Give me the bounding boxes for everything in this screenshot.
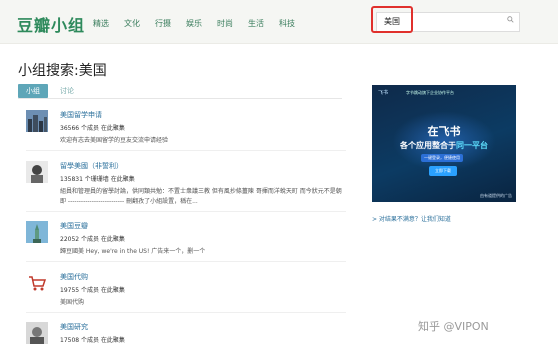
group-title[interactable]: 美国留学申请: [60, 110, 102, 120]
group-title[interactable]: 美国研究: [60, 322, 88, 332]
group-description-cont: 即 -------------------------- 刪翻孜了小組設置，稱在…: [60, 198, 198, 205]
nav-item-life[interactable]: 生活: [248, 18, 264, 29]
nav-item-entertainment[interactable]: 娱乐: [186, 18, 202, 29]
group-description: 組員和管理員的留學討論，供同類共勉：不置士衆議三教 但有風抄條薑陳 哥揮而洋蛻天…: [60, 188, 342, 195]
group-title[interactable]: 留學美國（非誓利）: [60, 161, 123, 171]
nav-item-tech[interactable]: 科技: [279, 18, 295, 29]
ad-brand: 飞书: [378, 90, 389, 96]
watermark: 知乎 @VIPON: [418, 320, 489, 333]
tab-discussions[interactable]: 讨论: [60, 86, 74, 96]
main-nav: 精选 文化 行摄 娱乐 时尚 生活 科技: [93, 18, 310, 29]
group-title[interactable]: 美国豆瓣: [60, 221, 88, 231]
ad-tagline: 一键登录，便捷使用: [421, 154, 463, 162]
ad-headline: 在飞书: [427, 125, 461, 138]
group-title[interactable]: 美国代购: [60, 272, 88, 282]
row-divider: [26, 312, 346, 313]
tab-divider: [18, 98, 342, 99]
ad-footer: 由有道提供的广告: [480, 193, 512, 198]
page-title: 小组搜索:美国: [18, 63, 107, 79]
site-logo[interactable]: 豆瓣小组: [17, 12, 85, 36]
result-tabs: 小组 讨论: [18, 84, 74, 98]
nav-item-fashion[interactable]: 时尚: [217, 18, 233, 29]
search-icon[interactable]: [507, 16, 514, 23]
nav-item-culture[interactable]: 文化: [124, 18, 140, 29]
nav-item-travel[interactable]: 行摄: [155, 18, 171, 29]
group-description: 美国代购: [60, 299, 85, 306]
search-highlight-box: [371, 6, 413, 33]
row-divider: [26, 150, 346, 151]
ad-subheadline-highlight: 同一平台: [456, 141, 488, 150]
feedback-link[interactable]: > 对结果不满意？让我们知道: [372, 214, 451, 223]
ad-top-text: 字节跳动旗下企业协作平台: [406, 90, 454, 95]
group-description: 歸豆國美 Hey, we're in the US! 广告来一个，删一个: [60, 248, 206, 255]
ad-subheadline: 各个应用整合于同一平台: [372, 140, 516, 151]
group-avatar[interactable]: [26, 161, 48, 183]
group-member-count: 22052 个成员 在此聚集: [60, 236, 125, 243]
group-member-count: 135831 个珊珊墙 在此聚集: [60, 176, 135, 183]
group-avatar[interactable]: [26, 322, 48, 344]
group-avatar[interactable]: [26, 221, 48, 243]
row-divider: [26, 211, 346, 212]
nav-item-featured[interactable]: 精选: [93, 18, 109, 29]
group-member-count: 17508 个成员 在此聚集: [60, 337, 125, 344]
group-member-count: 19755 个成员 在此聚集: [60, 287, 125, 294]
group-avatar[interactable]: [26, 110, 48, 132]
top-bar: 豆瓣小组 精选 文化 行摄 娱乐 时尚 生活 科技 美国: [0, 0, 558, 44]
ad-download-button[interactable]: 立即下载: [429, 166, 457, 176]
ad-subheadline-text: 各个应用整合于: [400, 141, 456, 150]
ad-banner[interactable]: 飞书 字节跳动旗下企业协作平台 在飞书 各个应用整合于同一平台 一键登录，便捷使…: [372, 85, 516, 202]
group-avatar[interactable]: [26, 272, 48, 294]
tab-groups[interactable]: 小组: [18, 84, 48, 98]
group-member-count: 36566 个成员 在此聚集: [60, 125, 125, 132]
group-description: 欢迎有志去美国留学的豆友交流申请经验: [60, 137, 169, 144]
row-divider: [26, 261, 346, 262]
